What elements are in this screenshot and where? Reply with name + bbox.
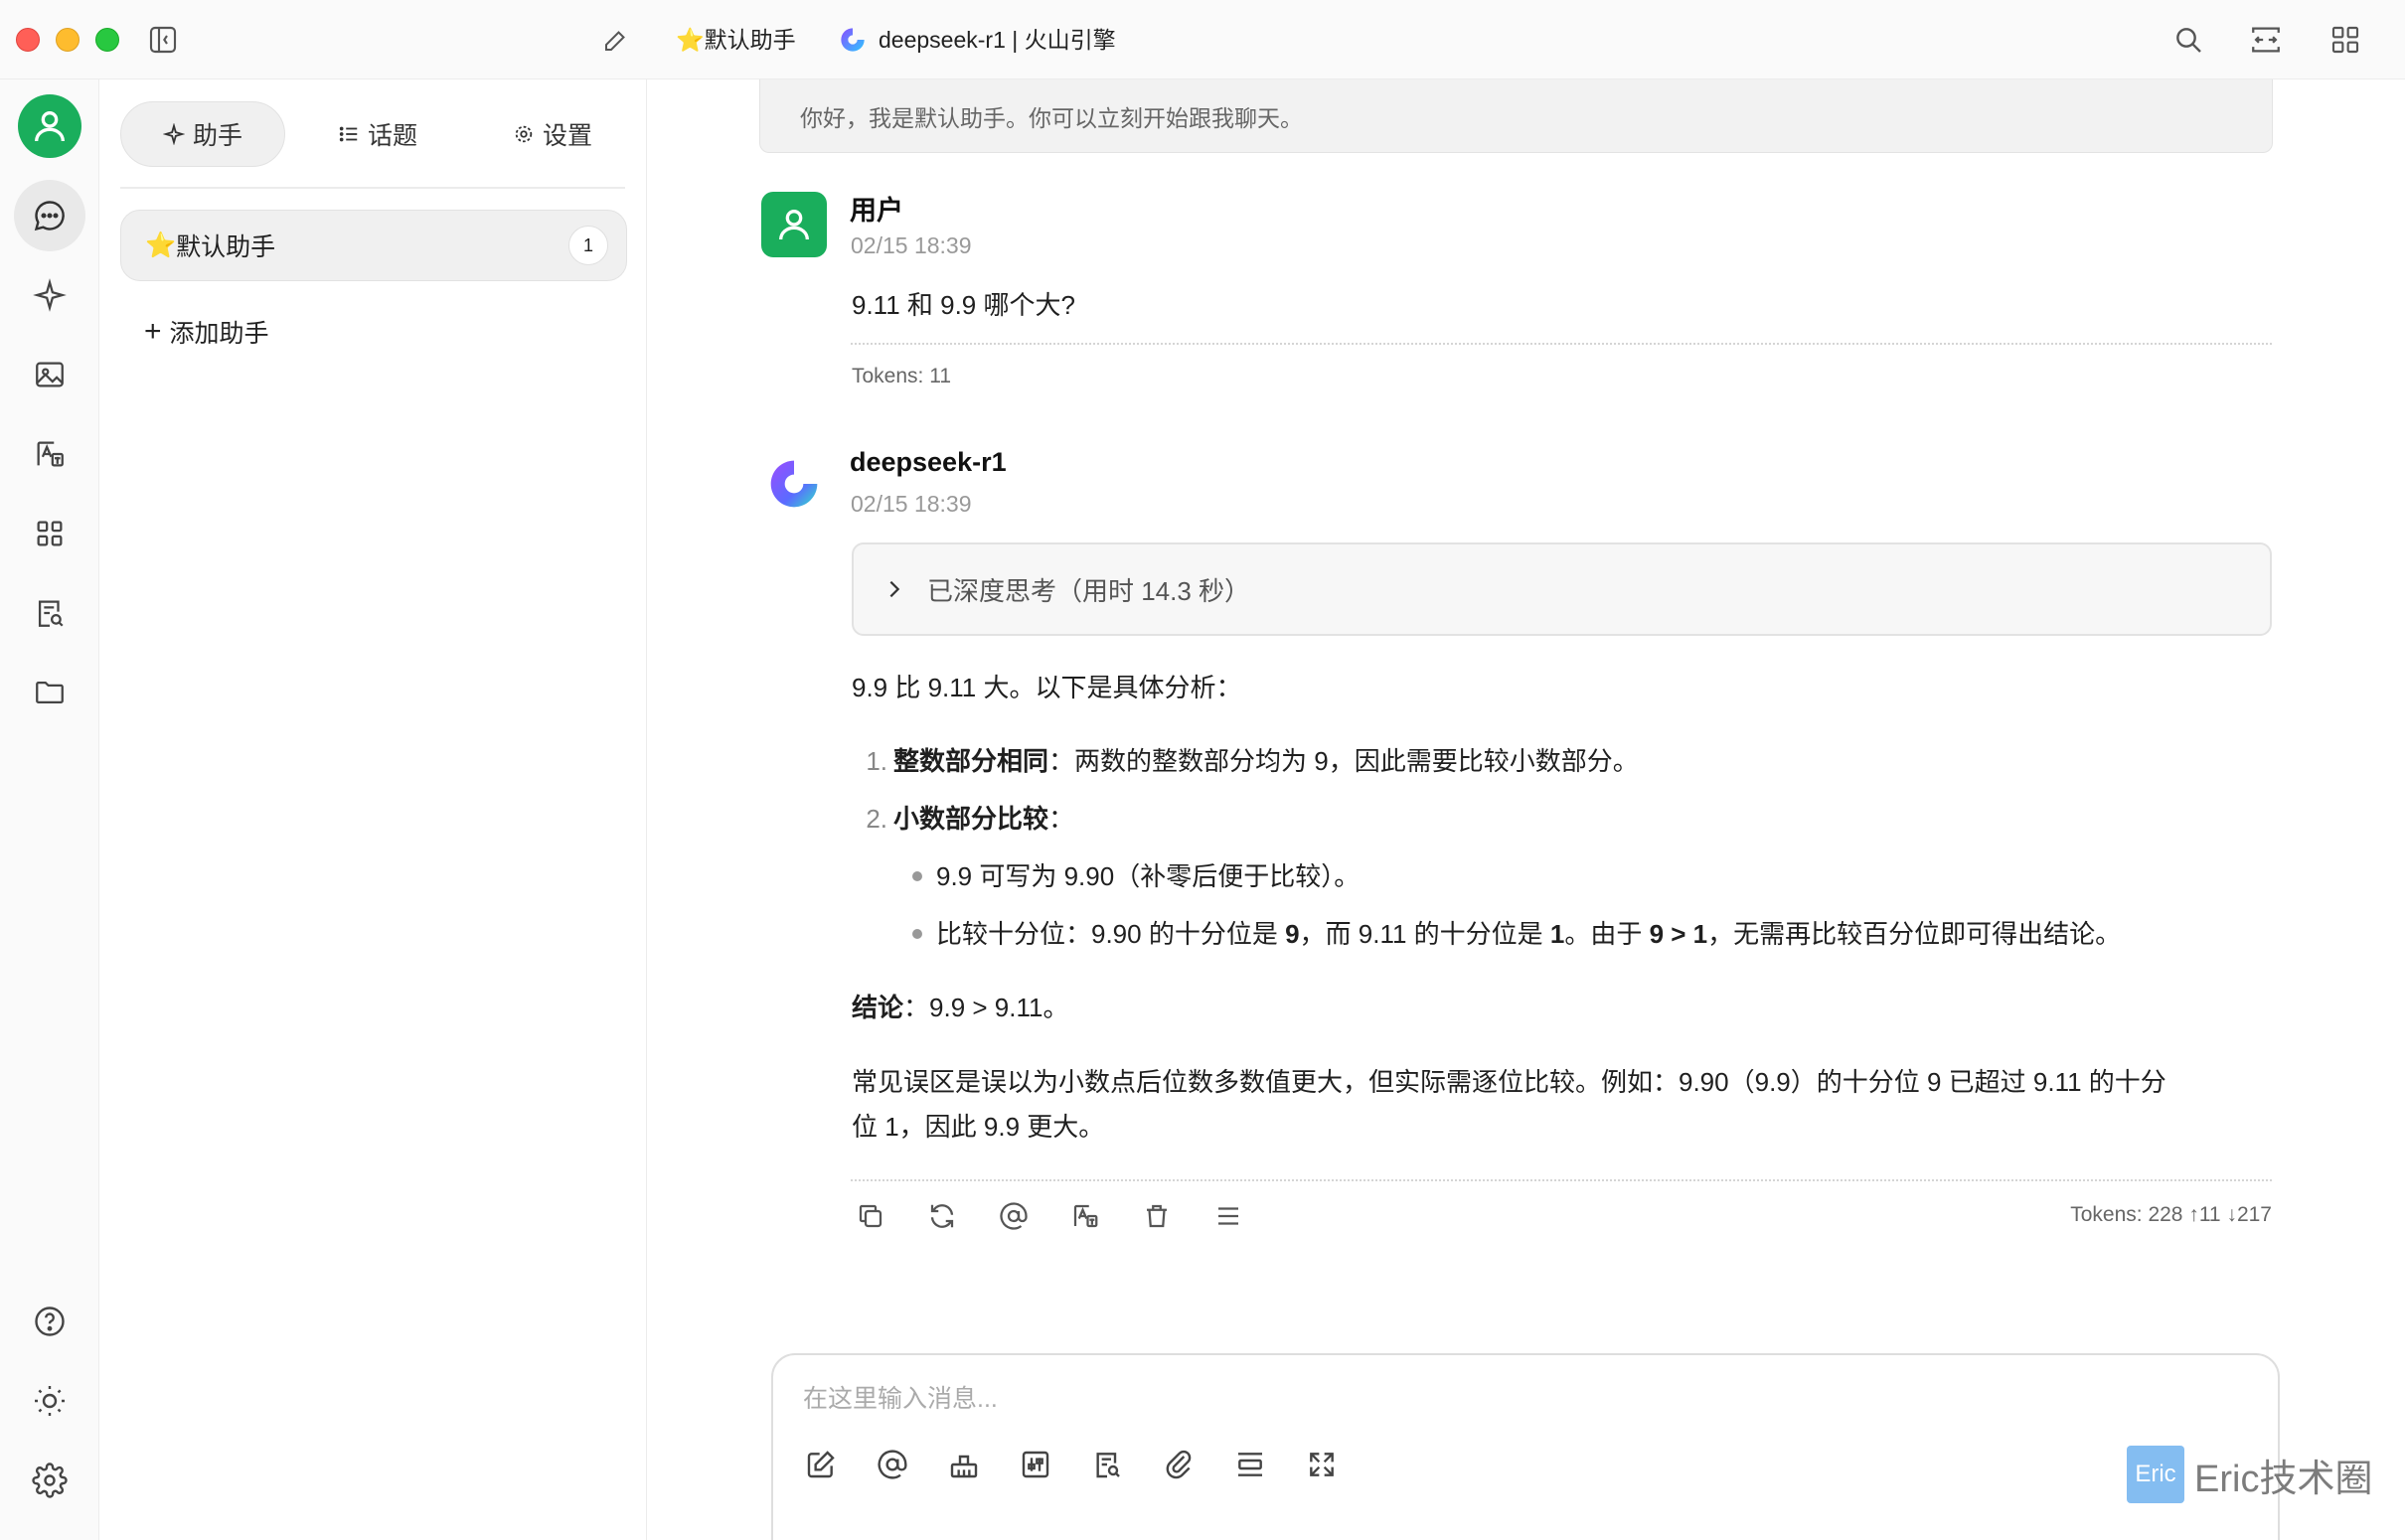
sparkle-icon	[162, 123, 185, 145]
plus-icon: +	[144, 315, 162, 348]
sparkle-icon	[33, 278, 67, 312]
trash-icon[interactable]	[1137, 1196, 1177, 1236]
mention-icon[interactable]	[994, 1196, 1034, 1236]
menu-icon[interactable]	[1208, 1196, 1248, 1236]
list-icon	[339, 126, 358, 142]
user-icon	[779, 210, 809, 240]
copy-icon[interactable]	[851, 1196, 890, 1236]
add-assistant-button[interactable]: + 添加助手	[144, 314, 269, 350]
user-message-time: 02/15 18:39	[851, 232, 972, 258]
panel-divider	[120, 187, 625, 189]
agents-nav-button[interactable]	[14, 259, 85, 331]
deepseek-model-icon	[841, 28, 865, 52]
tab-topics[interactable]: 话题	[295, 101, 460, 167]
answer-note-line: 位 1，因此 9.9 更大。	[852, 1112, 1105, 1142]
current-assistant-title[interactable]: ⭐默认助手	[676, 24, 796, 56]
user-avatar	[761, 192, 827, 257]
user-message-name: 用户	[850, 196, 903, 226]
assistant-message-name: deepseek-r1	[850, 447, 1007, 477]
bullet-dot	[912, 929, 922, 940]
topic-count-badge: 1	[568, 226, 608, 265]
message-input-box[interactable]: 在这里输入消息...	[771, 1353, 2280, 1540]
file-search-icon	[38, 600, 64, 627]
apps-nav-button[interactable]	[14, 498, 85, 569]
star-icon: ⭐	[676, 27, 705, 53]
assistant-message-time: 02/15 18:39	[851, 491, 972, 517]
chat-area: 你好，我是默认助手。你可以立刻开始跟我聊天。 用户 02/15 18:39 9.…	[648, 79, 2405, 1540]
model-title: deepseek-r1 | 火山引擎	[879, 27, 1116, 53]
user-token-count: Tokens: 11	[852, 365, 952, 387]
left-navigation-rail	[0, 79, 99, 1540]
chat-nav-button[interactable]	[14, 180, 85, 251]
new-topic-icon[interactable]	[801, 1445, 841, 1484]
answer-conclusion: 结论：9.9 > 9.11。	[852, 993, 1069, 1022]
assistant-prompt-banner: 你好，我是默认助手。你可以立刻开始跟我聊天。	[759, 79, 2273, 153]
answer-list-item: 1. 整数部分相同：两数的整数部分均为 9，因此需要比较小数部分。	[866, 746, 1639, 776]
painting-nav-button[interactable]	[14, 339, 85, 410]
user-avatar[interactable]	[18, 94, 81, 158]
theme-toggle-button[interactable]	[14, 1365, 85, 1437]
grid-icon[interactable]	[2325, 20, 2365, 60]
watermark-logo: Eric	[2127, 1446, 2184, 1503]
insert-divider-icon[interactable]	[1230, 1445, 1270, 1484]
message-divider	[851, 1179, 2272, 1181]
help-circle-icon	[35, 1307, 65, 1336]
assistant-panel: 助手 话题 设置 ⭐ 默认助手 1 + 添加助手	[100, 79, 647, 1540]
sun-icon	[35, 1386, 65, 1416]
tab-settings[interactable]: 设置	[470, 101, 635, 167]
folder-icon	[36, 681, 64, 704]
answer-note-line: 常见误区是误以为小数点后位数多数值更大，但实际需逐位比较。例如：9.90（9.9…	[852, 1067, 2166, 1097]
watermark-text: Eric技术圈	[2194, 1458, 2373, 1500]
answer-intro: 9.9 比 9.11 大。以下是具体分析：	[852, 673, 1242, 702]
assistant-item-default[interactable]: ⭐ 默认助手 1	[120, 210, 627, 281]
model-settings-icon[interactable]	[1016, 1445, 1055, 1484]
message-input[interactable]: 在这里输入消息...	[803, 1379, 998, 1415]
answer-bullet-item: 9.9 可写为 9.90（补零后便于比较）。	[912, 856, 2284, 896]
attachment-icon[interactable]	[1159, 1445, 1199, 1484]
assistant-name: 默认助手	[176, 233, 276, 261]
deepseek-logo-icon	[770, 460, 818, 508]
gear-icon	[32, 1463, 68, 1498]
gear-icon	[515, 125, 533, 143]
knowledge-nav-button[interactable]	[14, 577, 85, 649]
translate-nav-button[interactable]	[14, 418, 85, 490]
translate-icon[interactable]	[1065, 1196, 1105, 1236]
image-icon	[36, 362, 64, 387]
settings-nav-button[interactable]	[14, 1445, 85, 1516]
bullet-dot	[912, 871, 922, 882]
files-nav-button[interactable]	[14, 657, 85, 728]
knowledge-base-icon[interactable]	[1087, 1445, 1127, 1484]
star-icon: ⭐	[145, 231, 177, 259]
chevron-right-icon	[889, 580, 900, 598]
clear-context-icon[interactable]	[944, 1445, 984, 1484]
translate-icon	[37, 441, 64, 467]
answer-bullet-item: 比较十分位：9.90 的十分位是 9，而 9.11 的十分位是 1。由于 9 >…	[912, 914, 2284, 954]
assistant-token-count: Tokens: 228 ↑11 ↓217	[2070, 1203, 2272, 1226]
apps-grid-icon	[37, 521, 63, 546]
thinking-collapse[interactable]: 已深度思考（用时 14.3 秒）	[852, 542, 2272, 636]
sidebar-toggle-icon[interactable]	[143, 20, 183, 60]
tab-assistants[interactable]: 助手	[120, 101, 285, 167]
maximize-window-button[interactable]	[95, 28, 119, 52]
minimize-window-button[interactable]	[56, 28, 80, 52]
regenerate-icon[interactable]	[922, 1196, 962, 1236]
message-divider	[851, 343, 2272, 345]
current-model-selector[interactable]: deepseek-r1 | 火山引擎	[839, 24, 1116, 56]
title-bar: ⭐默认助手 deepseek-r1 | 火山引擎	[0, 0, 2405, 79]
mention-model-icon[interactable]	[873, 1445, 912, 1484]
user-message-text: 9.11 和 9.9 哪个大?	[852, 290, 1075, 320]
search-icon[interactable]	[2168, 20, 2208, 60]
new-topic-edit-icon[interactable]	[596, 20, 636, 60]
expand-icon[interactable]	[2246, 20, 2286, 60]
answer-list-item: 2. 小数部分比较：	[866, 804, 1075, 834]
deepseek-avatar	[761, 451, 827, 517]
watermark-overlay: Eric Eric技术圈	[2127, 1439, 2385, 1510]
help-nav-button[interactable]	[14, 1286, 85, 1357]
expand-input-icon[interactable]	[1302, 1445, 1342, 1484]
close-window-button[interactable]	[16, 28, 40, 52]
chat-bubble-icon	[34, 201, 65, 231]
